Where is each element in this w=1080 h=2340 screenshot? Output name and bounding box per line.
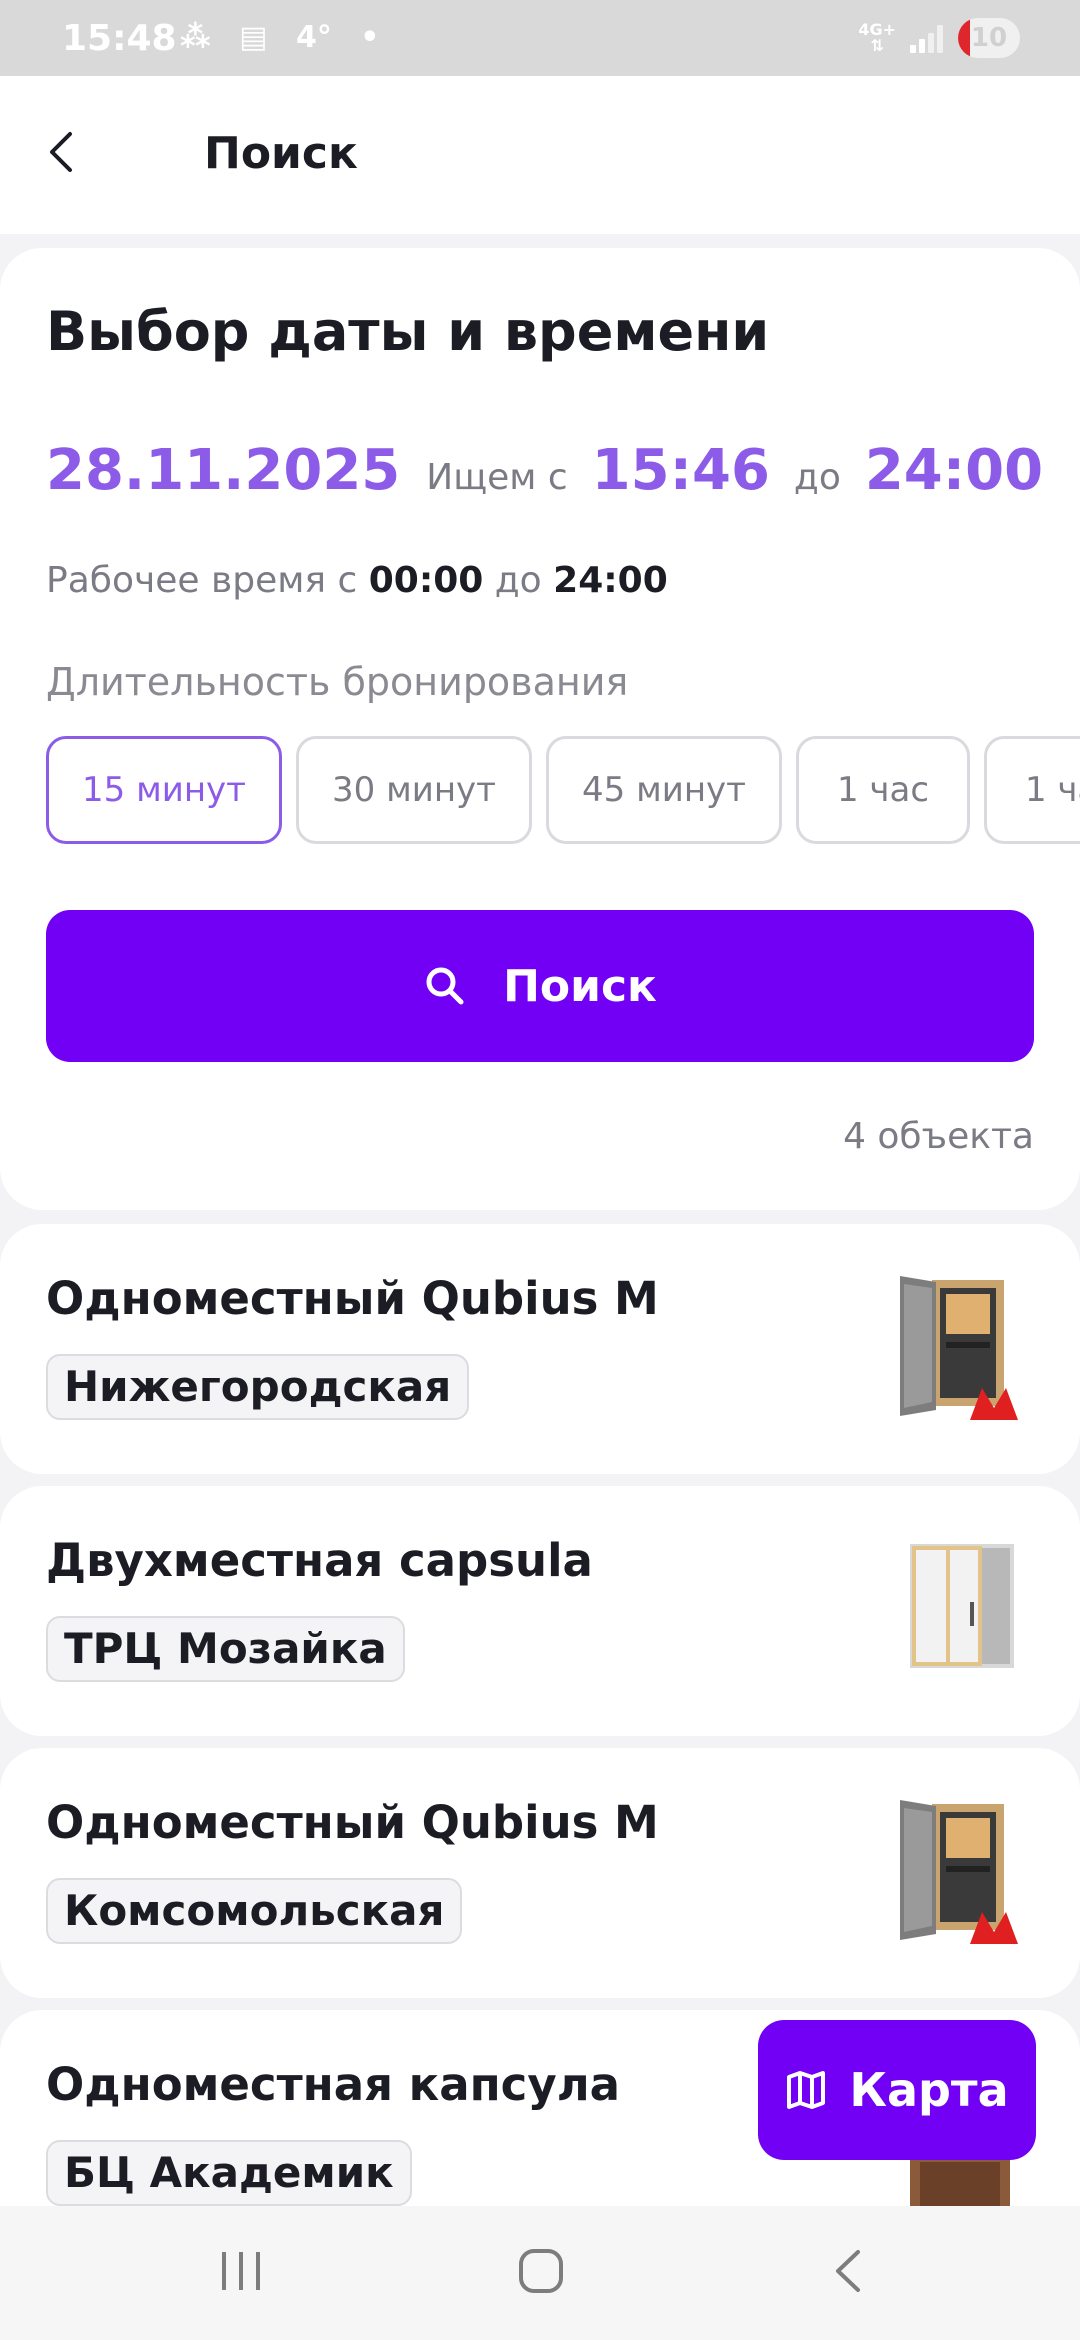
status-notification-icons: ⁂ ▤ 4° • [180, 20, 397, 55]
date-time-card: Выбор даты и времени 28.11.2025 Ищем с 1… [0, 248, 1080, 1210]
result-title: Одноместная капсула [46, 2058, 621, 2111]
search-button[interactable]: Поиск [46, 910, 1034, 1062]
network-type: 4G+ ⇅ [858, 20, 896, 55]
booth-metro-icon [900, 1276, 1018, 1420]
status-right-icons: 4G+ ⇅ 10 [858, 18, 1020, 58]
search-icon [426, 967, 464, 1005]
location-badge: БЦ Академик [46, 2140, 412, 2206]
map-button-label: Карта [849, 2063, 1009, 2117]
location-badge: ТРЦ Мозайка [46, 1616, 405, 1682]
result-title: Одноместный Qubius M [46, 1272, 659, 1325]
back-nav-icon[interactable] [828, 2246, 868, 2296]
to-label: до [793, 457, 841, 498]
status-temp: 4° [295, 20, 332, 55]
booth-metro-icon [900, 1800, 1018, 1944]
date-time-row: 28.11.2025 Ищем с 15:46 до 24:00 [46, 438, 1043, 503]
result-title: Одноместный Qubius M [46, 1796, 659, 1849]
to-time[interactable]: 24:00 [865, 438, 1043, 503]
date-value[interactable]: 28.11.2025 [46, 438, 400, 503]
result-card[interactable]: Двухместная capsula ТРЦ Мозайка [0, 1486, 1080, 1736]
duration-label: Длительность бронирования [46, 660, 629, 704]
working-hours: Рабочее время с 00:00 до 24:00 [46, 560, 668, 601]
duration-chip-15[interactable]: 15 минут [46, 736, 282, 844]
duration-chip-45[interactable]: 45 минут [546, 736, 782, 844]
signal-icon [910, 23, 944, 53]
home-icon[interactable] [516, 2246, 566, 2296]
status-time: 15:48 [62, 18, 177, 59]
result-card[interactable]: Одноместный Qubius M Нижегородская [0, 1224, 1080, 1474]
app-header: Поиск [0, 76, 1080, 234]
map-icon [787, 2071, 826, 2109]
working-hours-prefix: Рабочее время с [46, 560, 358, 601]
working-hours-to: 24:00 [553, 560, 668, 601]
search-button-label: Поиск [503, 960, 657, 1012]
location-badge: Комсомольская [46, 1878, 463, 1944]
back-button[interactable] [38, 120, 90, 184]
results-count: 4 объекта [843, 1116, 1034, 1157]
from-time[interactable]: 15:46 [592, 438, 770, 503]
location-badge: Нижегородская [46, 1354, 470, 1420]
recents-icon[interactable] [218, 2246, 264, 2296]
map-button[interactable]: Карта [758, 2020, 1036, 2160]
result-card[interactable]: Одноместный Qubius M Комсомольская [0, 1748, 1080, 1998]
duration-chip-30[interactable]: 30 минут [296, 736, 532, 844]
section-title: Выбор даты и времени [46, 300, 770, 363]
back-arrow-icon [50, 132, 72, 172]
result-title: Двухместная capsula [46, 1534, 593, 1587]
page-title: Поиск [204, 128, 358, 179]
battery-icon: 10 [958, 18, 1020, 58]
duration-chip-1h[interactable]: 1 час [796, 736, 970, 844]
dot-icon: • [360, 20, 380, 55]
message-icon: ▤ [239, 20, 268, 55]
system-nav-bar [0, 2206, 1080, 2340]
duration-chips: 15 минут 30 минут 45 минут 1 час 1 час [46, 736, 1080, 854]
wifi-calling-icon: ⁂ [180, 20, 211, 55]
working-hours-from: 00:00 [368, 560, 484, 601]
working-hours-mid: до [494, 560, 542, 601]
from-label: Ищем с [426, 457, 568, 498]
status-bar: 15:48 ⁂ ▤ 4° • 4G+ ⇅ 10 [0, 0, 1080, 76]
capsule-booth-icon [910, 1544, 1014, 1668]
duration-chip-1h-more[interactable]: 1 час [984, 736, 1080, 844]
